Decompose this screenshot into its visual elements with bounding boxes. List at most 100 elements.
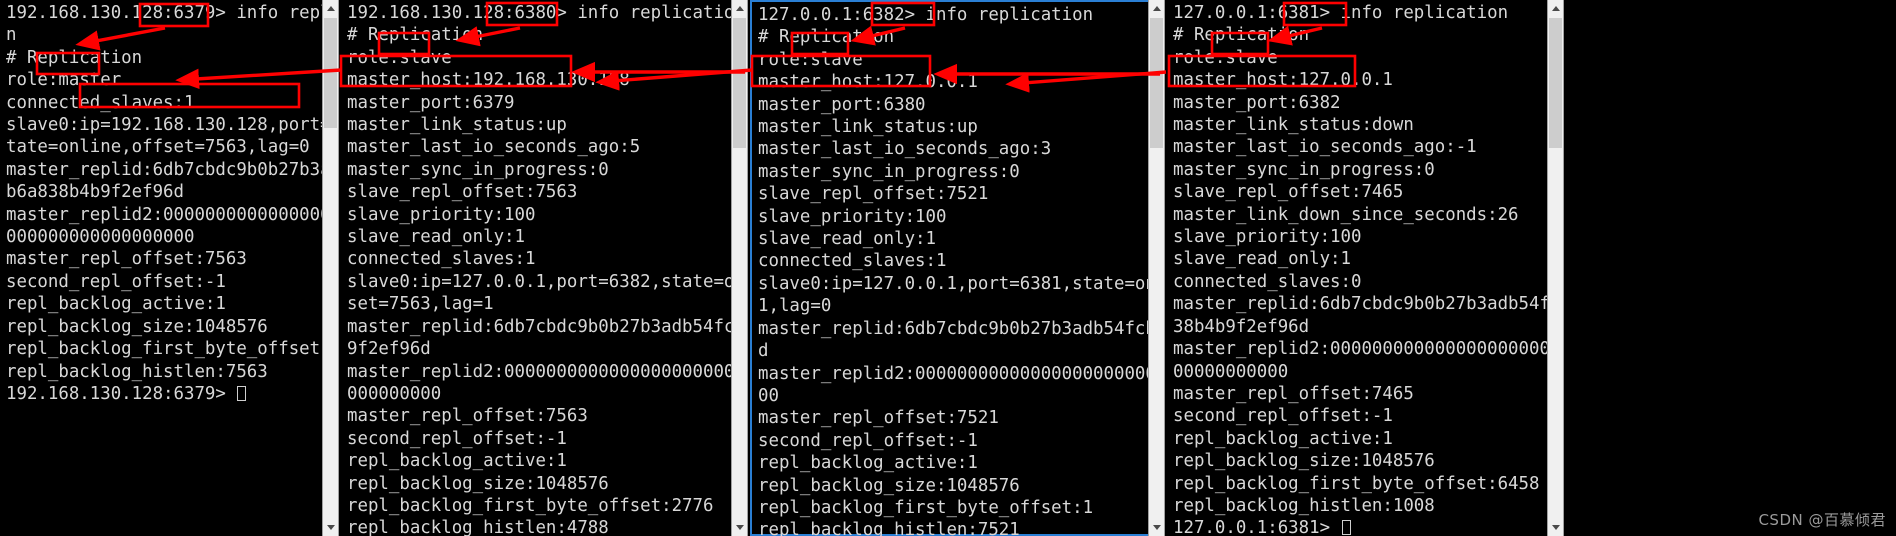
- terminal-panel-6382[interactable]: 127.0.0.1:6382> info replication # Replic…: [750, 0, 1148, 536]
- terminal-line: repl_backlog_active:1: [758, 453, 978, 474]
- terminal-line: repl_backlog_active:1: [1173, 428, 1393, 449]
- scroll-up-icon[interactable]: [1149, 0, 1164, 17]
- terminal-line: role:slave: [758, 49, 863, 70]
- scrollbar-thumb[interactable]: [324, 18, 337, 128]
- terminal-line: # Replication: [347, 25, 484, 46]
- terminal-cursor: [237, 385, 247, 401]
- terminal-line: 1,lag=0: [758, 296, 832, 317]
- terminal-panel-6379[interactable]: 192.168.130.128:6379> info replication# …: [0, 0, 322, 536]
- terminal-line: slave0:ip=127.0.0.1,port=6381,state=onli…: [758, 273, 1148, 294]
- terminal-line: role:master: [6, 70, 122, 91]
- terminal-line: master_link_status:down: [1173, 115, 1414, 136]
- terminal-output-6379[interactable]: 192.168.130.128:6379> info replication# …: [0, 0, 322, 536]
- terminal-line: second_repl_offset:-1: [6, 271, 226, 292]
- terminal-line: master_link_down_since_seconds:26: [1173, 204, 1519, 225]
- terminal-line: n: [6, 25, 17, 46]
- scrollbar-thumb[interactable]: [1549, 18, 1562, 148]
- terminal-line: master_replid:6db7cbdc9b0b27b3adb54fcb6a…: [758, 318, 1148, 339]
- terminal-line: master_sync_in_progress:0: [758, 161, 1020, 182]
- terminal-line: # Replication: [758, 27, 895, 48]
- terminal-line: role:slave: [1173, 47, 1278, 68]
- terminal-line: master_sync_in_progress:0: [347, 159, 609, 180]
- terminal-line: repl_backlog_histlen:4788: [347, 518, 609, 536]
- terminal-line: master_replid2:0000000000000000000000000: [1173, 339, 1547, 360]
- terminal-line: repl_backlog_active:1: [6, 294, 226, 315]
- scrollbar-thumb[interactable]: [1150, 18, 1163, 148]
- scroll-down-icon[interactable]: [323, 519, 338, 536]
- terminal-panel-6380[interactable]: 192.168.130.128:6380> info replication # …: [341, 0, 731, 536]
- terminal-line: 9f2ef96d: [347, 339, 431, 360]
- terminal-line: 000000000: [347, 383, 442, 404]
- scroll-down-icon[interactable]: [1149, 519, 1164, 536]
- terminal-line: repl_backlog_size:1048576: [758, 475, 1020, 496]
- scroll-up-icon[interactable]: [732, 0, 747, 17]
- terminal-line: 000000000000000000: [6, 227, 195, 248]
- watermark: CSDN @百慕倾君: [1758, 511, 1886, 529]
- terminal-line: master_replid2:0000000000000000000000000…: [347, 361, 731, 382]
- terminal-line: second_repl_offset:-1: [758, 430, 978, 451]
- terminal-line: role:slave: [347, 47, 452, 68]
- terminal-output-6382[interactable]: 127.0.0.1:6382> info replication # Replic…: [750, 0, 1148, 536]
- terminal-line: master_last_io_seconds_ago:5: [347, 137, 641, 158]
- terminal-line: master_replid:6db7cbdc9b0b27b3adb54fcb6a…: [1173, 294, 1547, 315]
- terminal-line: master_port:6380: [758, 94, 926, 115]
- terminal-line: repl_backlog_size:1048576: [6, 316, 268, 337]
- terminal-line: master_replid:6db7cbdc9b0b27b3adb54fcb6a…: [347, 316, 731, 337]
- terminal-line: connected_slaves:1: [6, 92, 195, 113]
- terminal-output-6381[interactable]: 127.0.0.1:6381> info replication # Replic…: [1167, 0, 1547, 536]
- terminal-line: repl_backlog_histlen:7521: [758, 520, 1020, 536]
- terminal-line: slave_read_only:1: [1173, 249, 1351, 270]
- terminal-output-6380[interactable]: 192.168.130.128:6380> info replication # …: [341, 0, 731, 536]
- terminal-line: master_last_io_seconds_ago:3: [758, 139, 1052, 160]
- terminal-line: master_replid2:000000000000000000000: [6, 204, 322, 225]
- scroll-down-icon[interactable]: [732, 519, 747, 536]
- terminal-line: master_repl_offset:7521: [758, 408, 999, 429]
- terminal-panel-6381[interactable]: 127.0.0.1:6381> info replication # Replic…: [1167, 0, 1547, 536]
- terminal-line: master_repl_offset:7563: [347, 406, 588, 427]
- terminal-line: tate=online,offset=7563,lag=0: [6, 137, 310, 158]
- terminal-line: 127.0.0.1:6381>: [1173, 517, 1547, 536]
- scroll-down-icon[interactable]: [1548, 519, 1563, 536]
- terminal-line: slave_priority:100: [758, 206, 947, 227]
- terminal-line: master_host:192.168.130.128: [347, 70, 630, 91]
- scrollbar-thumb[interactable]: [733, 18, 746, 148]
- terminal-line: 00: [758, 385, 779, 406]
- scrollbar-6382[interactable]: [1148, 0, 1165, 536]
- scroll-up-icon[interactable]: [1548, 0, 1563, 17]
- terminal-line: master_replid2:0000000000000000000000000…: [758, 363, 1148, 384]
- terminal-line: repl_backlog_first_byte_offset:1: [6, 339, 322, 360]
- terminal-line: slave0:ip=192.168.130.128,port=6380,s: [6, 115, 322, 136]
- terminal-line: master_last_io_seconds_ago:-1: [1173, 137, 1477, 158]
- terminal-line: 38b4b9f2ef96d: [1173, 316, 1310, 337]
- terminal-line: master_host:127.0.0.1: [758, 72, 978, 93]
- terminal-line: repl_backlog_first_byte_offset:1: [758, 497, 1094, 518]
- terminal-line: repl_backlog_first_byte_offset:6458: [1173, 473, 1540, 494]
- terminal-line: 192.168.130.128:6379>: [6, 383, 322, 405]
- terminal-line: master_port:6379: [347, 92, 515, 113]
- scroll-up-icon[interactable]: [323, 0, 338, 17]
- terminal-line: second_repl_offset:-1: [347, 428, 567, 449]
- terminal-line: second_repl_offset:-1: [1173, 406, 1393, 427]
- terminal-line: 192.168.130.128:6379> info replicatio: [6, 3, 322, 23]
- terminal-line: repl_backlog_size:1048576: [347, 473, 609, 494]
- scrollbar-6379[interactable]: [322, 0, 339, 536]
- scrollbar-6380[interactable]: [731, 0, 748, 536]
- terminal-line: slave_read_only:1: [758, 229, 936, 250]
- terminal-line: slave_repl_offset:7521: [758, 184, 989, 205]
- terminal-line: repl_backlog_histlen:1008: [1173, 495, 1435, 516]
- terminal-line: repl_backlog_first_byte_offset:2776: [347, 495, 714, 516]
- terminal-line: master_sync_in_progress:0: [1173, 159, 1435, 180]
- terminal-line: 127.0.0.1:6381> info replication: [1173, 3, 1509, 23]
- terminal-cursor: [1341, 520, 1351, 536]
- scrollbar-6381[interactable]: [1547, 0, 1564, 536]
- terminal-line: 127.0.0.1:6382> info replication: [758, 5, 1094, 25]
- screenshot-root: 192.168.130.128:6379> info replication# …: [0, 0, 1896, 536]
- terminal-line: slave_priority:100: [347, 204, 536, 225]
- terminal-line: connected_slaves:0: [1173, 271, 1362, 292]
- terminal-line: connected_slaves:1: [758, 251, 947, 272]
- terminal-line: master_link_status:up: [758, 117, 978, 138]
- terminal-line: # Replication: [6, 47, 143, 68]
- terminal-line: master_repl_offset:7563: [6, 249, 247, 270]
- terminal-line: repl_backlog_size:1048576: [1173, 451, 1435, 472]
- terminal-line: 00000000000: [1173, 361, 1289, 382]
